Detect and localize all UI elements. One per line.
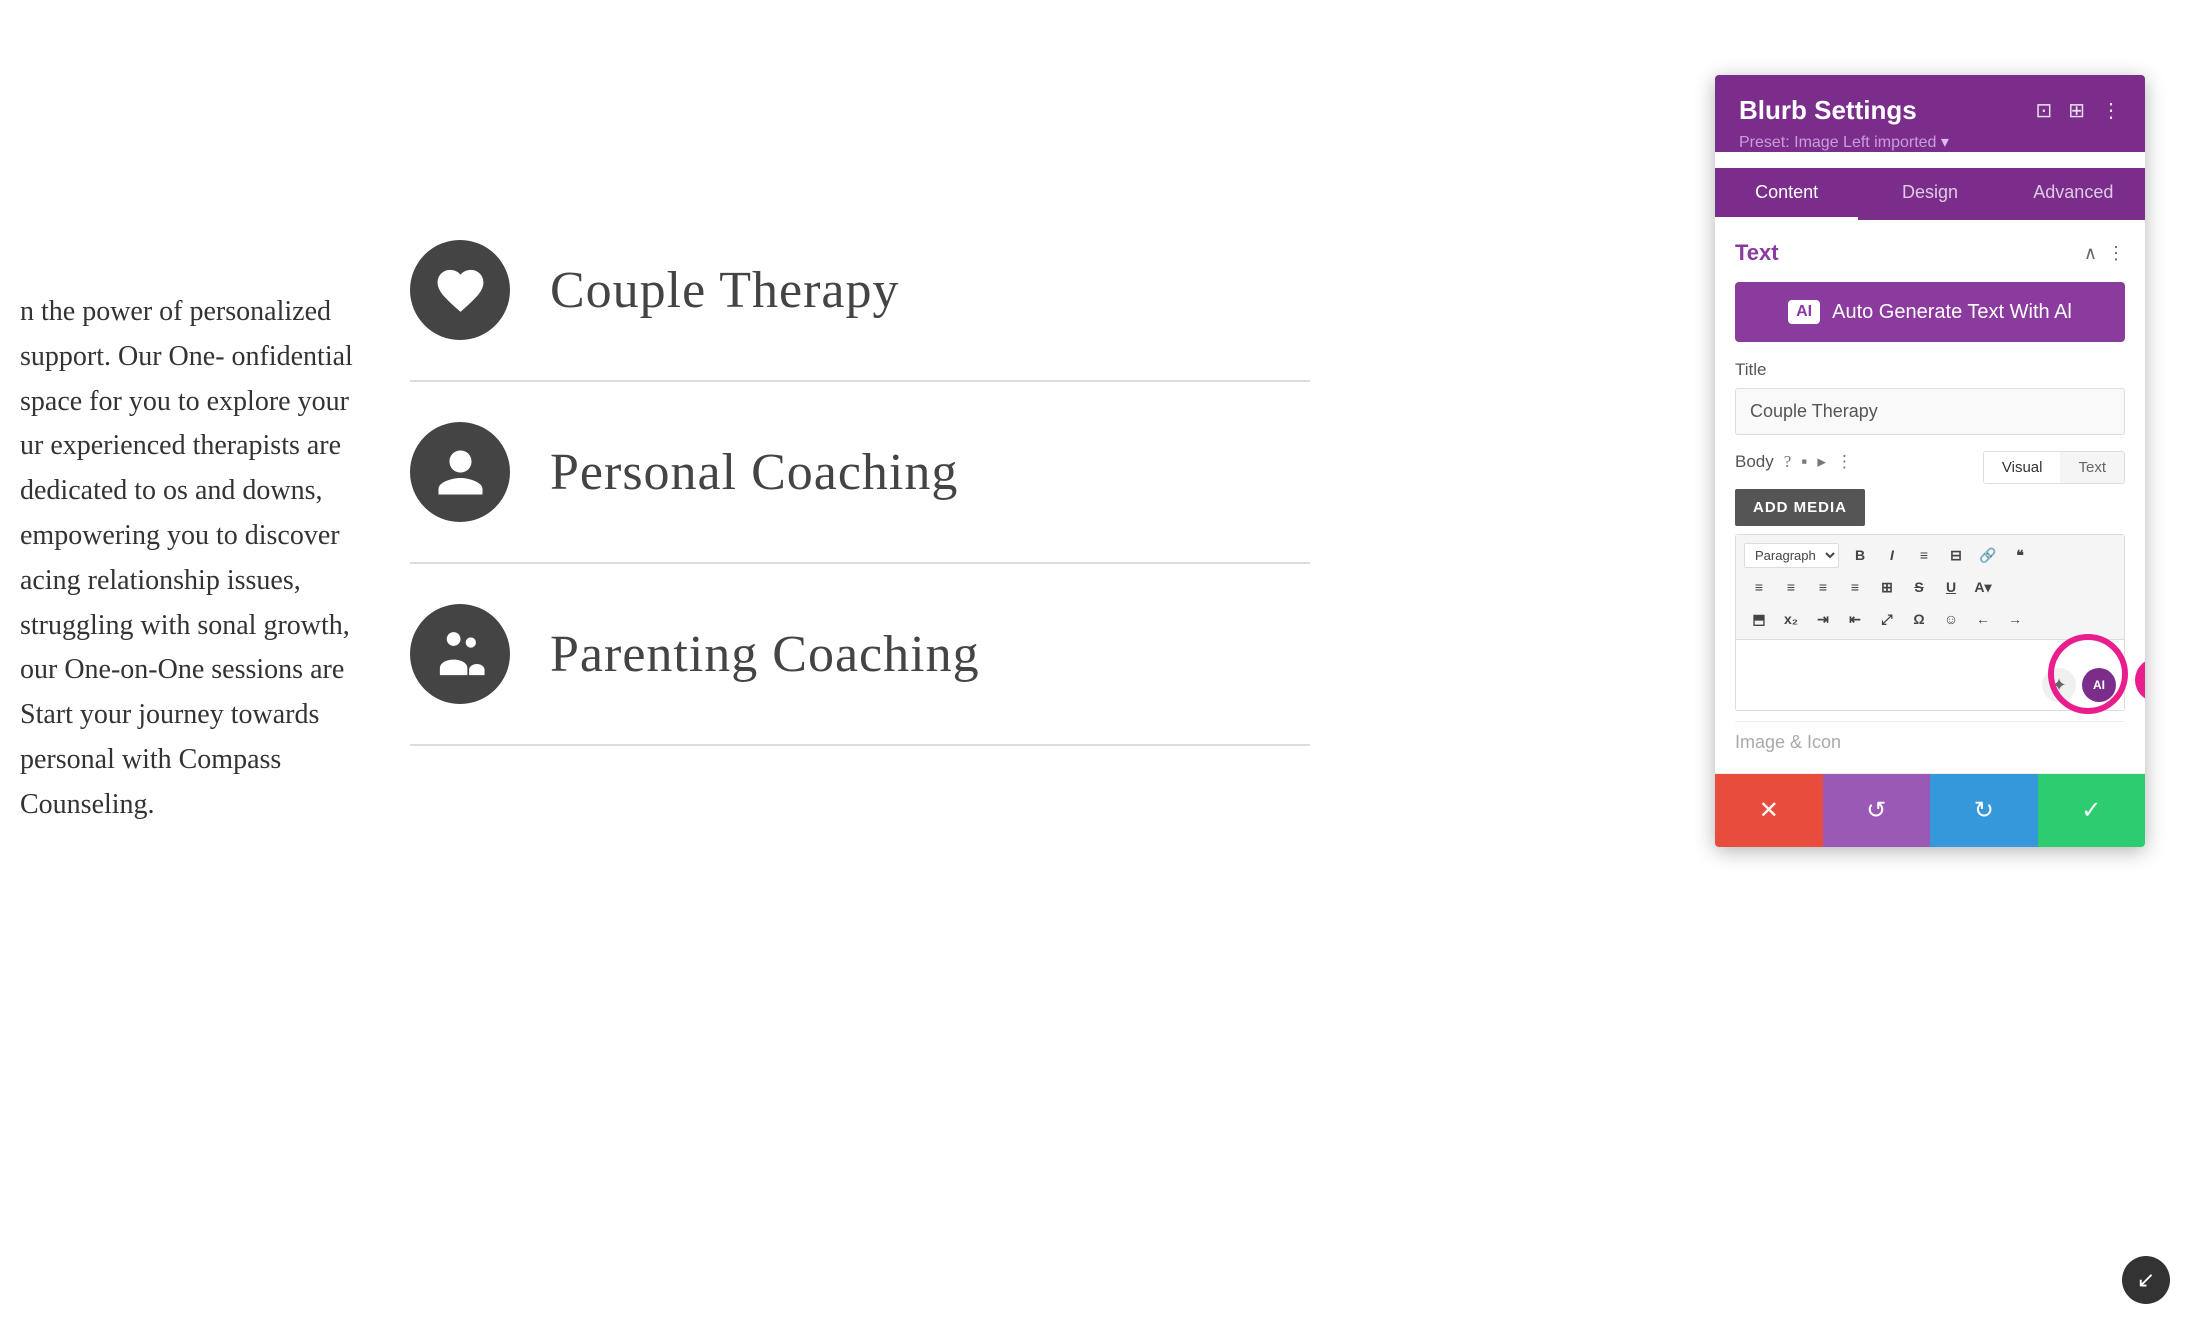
blurb-settings-panel: Blurb Settings ⊡ ⊞ ⋮ Preset: Image Left … [1715, 75, 2145, 847]
services-list: Couple Therapy Personal Coaching Parenti… [410, 200, 1310, 746]
image-icon-section: Image & Icon [1735, 721, 2125, 753]
editor-sparkle-btn[interactable]: ✦ [2042, 668, 2076, 702]
ai-badge: AI [1788, 300, 1820, 324]
tab-content[interactable]: Content [1715, 168, 1858, 220]
title-field-label: Title [1735, 360, 2125, 380]
section-header-icons: ∧ ⋮ [2084, 243, 2125, 264]
panel-split-icon[interactable]: ⊞ [2068, 98, 2085, 123]
parenting-coaching-icon-bg [410, 604, 510, 704]
blockquote-button[interactable]: ❝ [2005, 541, 2035, 569]
toolbar-row-3: ⬒ x₂ ⇥ ⇤ ⤢ Ω ☺ ← → [1744, 605, 2116, 633]
couple-therapy-icon-bg [410, 240, 510, 340]
unordered-list-button[interactable]: ≡ [1909, 541, 1939, 569]
auto-generate-ai-button[interactable]: AI Auto Generate Text With Al [1735, 282, 2125, 342]
panel-body: Text ∧ ⋮ AI Auto Generate Text With Al T… [1715, 220, 2145, 773]
editor-toolbar: Paragraph B I ≡ ⊟ 🔗 ❝ ≡ ≡ ≡ ≡ ⊞ S [1736, 535, 2124, 640]
personal-coaching-label: Personal Coaching [550, 443, 958, 502]
family-icon [433, 627, 488, 682]
panel-header-icons: ⊡ ⊞ ⋮ [2035, 98, 2121, 123]
add-media-button[interactable]: ADD MEDIA [1735, 489, 1865, 526]
panel-fullscreen-icon[interactable]: ⊡ [2035, 98, 2052, 123]
panel-footer: ✕ ↺ ↻ ✓ [1715, 773, 2145, 847]
panel-header: Blurb Settings ⊡ ⊞ ⋮ Preset: Image Left … [1715, 75, 2145, 152]
body-help-icon[interactable]: ? [1784, 452, 1792, 472]
align-center-button[interactable]: ≡ [1776, 573, 1806, 601]
bold-button[interactable]: B [1845, 541, 1875, 569]
heart-icon [433, 263, 488, 318]
body-label: Body [1735, 452, 1774, 472]
service-item-personal-coaching: Personal Coaching [410, 382, 1310, 563]
body-toolbar: Body ? ▪ ▸ ⋮ [1735, 452, 1853, 472]
align-justify-button[interactable]: ≡ [1840, 573, 1870, 601]
cancel-button[interactable]: ✕ [1715, 774, 1823, 847]
font-color-button[interactable]: A▾ [1968, 573, 1998, 601]
indent-button[interactable]: ⇥ [1808, 605, 1838, 633]
strikethrough-button[interactable]: S [1904, 573, 1934, 601]
redo-button[interactable]: → [2000, 605, 2030, 633]
tab-advanced[interactable]: Advanced [2002, 168, 2145, 220]
redo-button-footer[interactable]: ↻ [1930, 774, 2038, 847]
editor-mode-tabs: Visual Text [1983, 451, 2125, 484]
align-right-button[interactable]: ≡ [1808, 573, 1838, 601]
editor-ai-btn[interactable]: AI [2082, 668, 2116, 702]
paste-button[interactable]: ⬒ [1744, 605, 1774, 633]
text-section-title: Text [1735, 240, 1779, 266]
section-chevron-up-icon[interactable]: ∧ [2084, 243, 2097, 264]
omega-button[interactable]: Ω [1904, 605, 1934, 633]
title-input[interactable] [1735, 388, 2125, 435]
bottom-right-settings-icon[interactable]: ↙ [2122, 1256, 2170, 1304]
rich-text-editor: Paragraph B I ≡ ⊟ 🔗 ❝ ≡ ≡ ≡ ≡ ⊞ S [1735, 534, 2125, 711]
couple-therapy-label: Couple Therapy [550, 261, 900, 320]
ordered-list-button[interactable]: ⊟ [1941, 541, 1971, 569]
panel-tabs: Content Design Advanced [1715, 168, 2145, 220]
body-mobile-icon[interactable]: ▪ [1801, 452, 1807, 472]
service-item-couple-therapy: Couple Therapy [410, 200, 1310, 381]
expand-button[interactable]: ⤢ [1872, 605, 1902, 633]
body-cursor-icon[interactable]: ▸ [1817, 452, 1826, 472]
divider-3 [410, 745, 1310, 746]
editor-content-area[interactable]: ✦ AI 1 [1736, 640, 2124, 710]
service-item-parenting-coaching: Parenting Coaching [410, 564, 1310, 745]
panel-preset: Preset: Image Left imported ▾ [1739, 132, 2121, 152]
emoji-button[interactable]: ☺ [1936, 605, 1966, 633]
outdent-button[interactable]: ⇤ [1840, 605, 1870, 633]
text-section-header: Text ∧ ⋮ [1735, 240, 2125, 266]
subscript-button[interactable]: x₂ [1776, 605, 1806, 633]
underline-button[interactable]: U [1936, 573, 1966, 601]
parenting-coaching-label: Parenting Coaching [550, 625, 980, 684]
undo-button[interactable]: ← [1968, 605, 1998, 633]
panel-title: Blurb Settings [1739, 95, 1917, 126]
tab-design[interactable]: Design [1858, 168, 2001, 220]
confirm-button[interactable]: ✓ [2038, 774, 2146, 847]
personal-coaching-icon-bg [410, 422, 510, 522]
align-left-button[interactable]: ≡ [1744, 573, 1774, 601]
section-more-icon[interactable]: ⋮ [2107, 243, 2125, 264]
paragraph-select[interactable]: Paragraph [1744, 543, 1839, 568]
link-button[interactable]: 🔗 [1973, 541, 2003, 569]
toolbar-row-2: ≡ ≡ ≡ ≡ ⊞ S U A▾ [1744, 573, 2116, 601]
ai-button-label: Auto Generate Text With Al [1832, 301, 2072, 324]
panel-more-icon[interactable]: ⋮ [2101, 98, 2121, 123]
undo-button-footer[interactable]: ↺ [1823, 774, 1931, 847]
image-icon-label: Image & Icon [1735, 721, 1841, 752]
table-button[interactable]: ⊞ [1872, 573, 1902, 601]
step-badge: 1 [2135, 658, 2145, 702]
person-icon [433, 445, 488, 500]
italic-button[interactable]: I [1877, 541, 1907, 569]
body-dots-icon[interactable]: ⋮ [1836, 452, 1853, 472]
editor-tab-text[interactable]: Text [2060, 452, 2124, 483]
editor-tab-visual[interactable]: Visual [1984, 452, 2061, 483]
toolbar-row-1: Paragraph B I ≡ ⊟ 🔗 ❝ [1744, 541, 2116, 569]
left-body-text: n the power of personalized support. Our… [0, 290, 380, 828]
panel-header-top: Blurb Settings ⊡ ⊞ ⋮ [1739, 95, 2121, 126]
body-text-content: n the power of personalized support. Our… [20, 296, 353, 820]
